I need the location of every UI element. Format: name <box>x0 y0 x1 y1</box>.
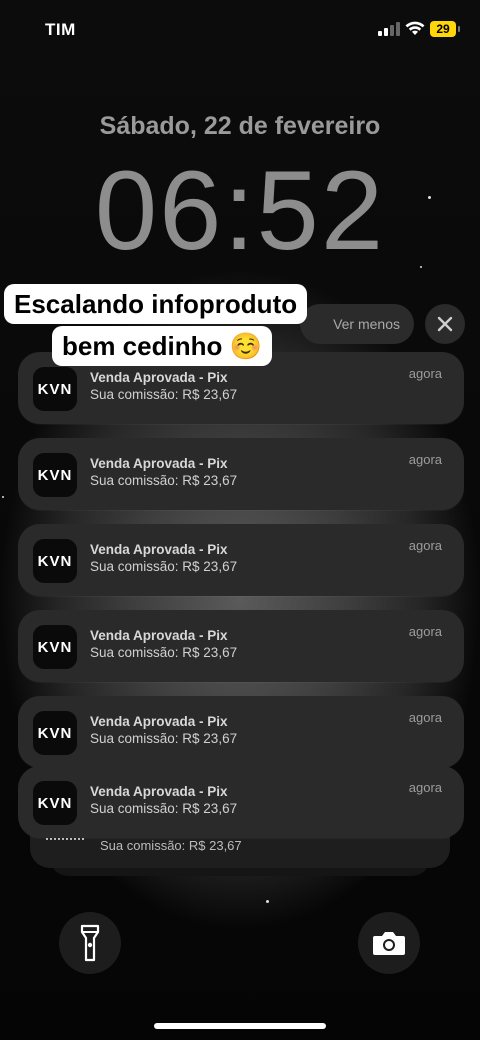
notification-body: Sua comissão: R$ 23,67 <box>90 731 238 746</box>
notification-time: agora <box>408 624 442 639</box>
status-bar: TIM 29 <box>0 0 480 60</box>
notification-card[interactable]: KVN Venda Aprovada - Pix Sua comissão: R… <box>18 766 464 838</box>
star <box>2 496 4 498</box>
notification-time: agora <box>408 710 442 725</box>
kvn-app-icon: KVN <box>33 453 77 497</box>
notification-body: Sua comissão: R$ 23,67 <box>90 801 238 816</box>
notification-body: Sua comissão: R$ 23,67 <box>90 645 238 660</box>
caption-line-2: bem cedinho ☺️ <box>52 326 272 366</box>
notification-title: Venda Aprovada - Pix <box>90 456 228 471</box>
notification-time: agora <box>408 538 442 553</box>
camera-button[interactable] <box>358 912 420 974</box>
wifi-icon <box>405 21 425 35</box>
flashlight-button[interactable] <box>59 912 121 974</box>
lock-screen-clock: 06:52 <box>94 148 386 273</box>
carrier-name: TIM <box>45 20 76 39</box>
kvn-app-icon: KVN <box>33 781 77 825</box>
notification-title: Venda Aprovada - Pix <box>90 628 228 643</box>
notification-title: Venda Aprovada - Pix <box>90 714 228 729</box>
notification-card[interactable]: KVN Venda Aprovada - Pix Sua comissão: R… <box>18 696 464 768</box>
notification-body: Sua comissão: R$ 23,67 <box>90 473 238 488</box>
notification-card[interactable]: KVN Venda Aprovada - Pix Sua comissão: R… <box>18 610 464 682</box>
notification-title: Venda Aprovada - Pix <box>90 784 228 799</box>
star <box>266 900 269 903</box>
lock-screen-date: Sábado, 22 de fevereiro <box>99 112 381 140</box>
notification-body: Sua comissão: R$ 23,67 <box>90 387 238 402</box>
battery-indicator: 29 <box>430 21 460 37</box>
kvn-app-icon: KVN <box>33 625 77 669</box>
notification-title: Venda Aprovada - Pix <box>90 542 228 557</box>
notification-body: Sua comissão: R$ 23,67 <box>90 559 238 574</box>
show-less-button[interactable]: Ver menos <box>300 304 414 344</box>
flashlight-icon <box>80 924 100 962</box>
notification-card[interactable]: KVN Venda Aprovada - Pix Sua comissão: R… <box>18 438 464 510</box>
close-icon <box>437 316 453 332</box>
stacked-app-icon <box>46 838 84 844</box>
stacked-notification-body: Sua comissão: R$ 23,67 <box>100 838 242 853</box>
notification-time: agora <box>408 366 442 381</box>
kvn-app-icon: KVN <box>33 539 77 583</box>
clear-notifications-button[interactable] <box>425 304 465 344</box>
kvn-app-icon: KVN <box>33 711 77 755</box>
notification-title: Venda Aprovada - Pix <box>90 370 228 385</box>
kvn-app-icon: KVN <box>33 367 77 411</box>
caption-line-1: Escalando infoproduto <box>4 284 308 324</box>
notification-time: agora <box>408 780 442 795</box>
cellular-signal-icon <box>378 22 400 36</box>
home-indicator[interactable] <box>154 1023 326 1029</box>
notification-time: agora <box>408 452 442 467</box>
camera-icon <box>373 932 405 955</box>
notification-card[interactable]: KVN Venda Aprovada - Pix Sua comissão: R… <box>18 524 464 596</box>
